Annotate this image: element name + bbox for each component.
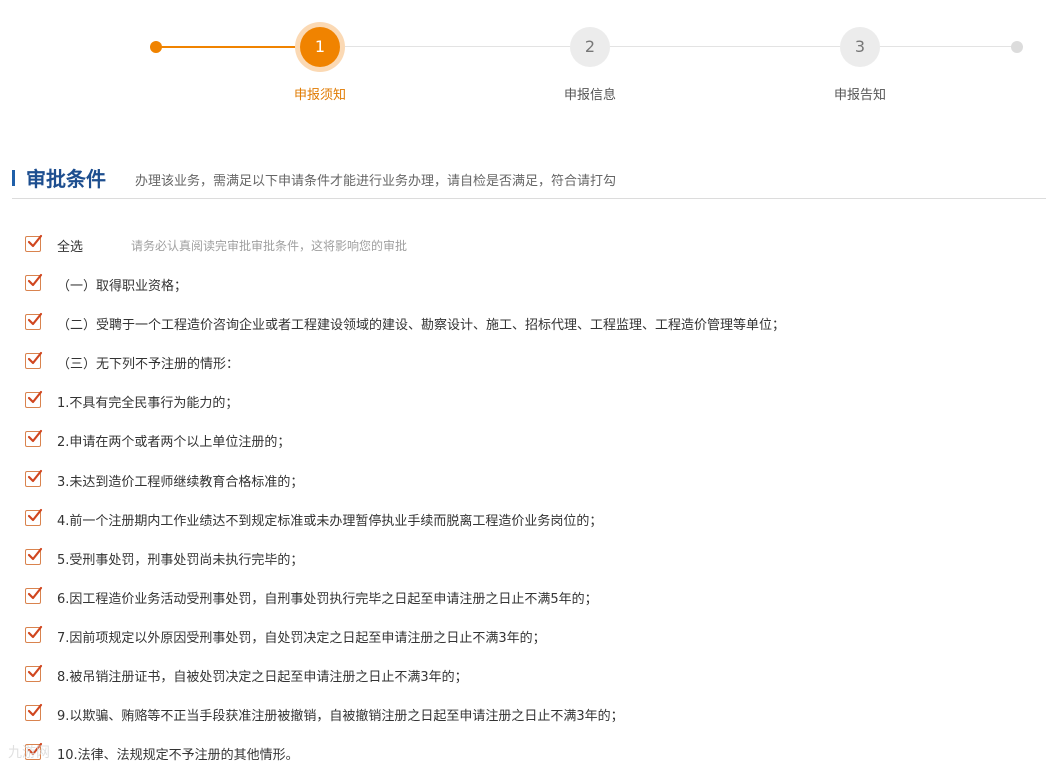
checkmark-icon: [27, 313, 43, 326]
condition-row[interactable]: （二）受聘于一个工程造价咨询企业或者工程建设领域的建设、勘察设计、施工、招标代理…: [24, 310, 1034, 349]
section-description: 办理该业务，需满足以下申请条件才能进行业务办理，请自检是否满足，符合请打勾: [135, 174, 617, 189]
checkmark-icon: [27, 234, 43, 248]
stepper-progress-track: [156, 46, 320, 48]
step-3-label[interactable]: 申报告知: [800, 84, 920, 103]
condition-checkbox[interactable]: [25, 469, 43, 487]
condition-text: 4.前一个注册期内工作业绩达不到规定标准或未办理暂停执业手续而脱离工程造价业务岗…: [57, 513, 603, 529]
condition-text: 1.不具有完全民事行为能力的；: [57, 396, 239, 412]
checkmark-icon: [27, 704, 43, 717]
stepper-start-dot: [150, 41, 162, 53]
checkmark-icon: [27, 664, 43, 678]
condition-checkbox[interactable]: [25, 352, 43, 370]
checkmark-icon: [27, 625, 43, 639]
step-3-circle[interactable]: 3: [840, 27, 880, 67]
step-2-label[interactable]: 申报信息: [530, 84, 650, 103]
condition-text: 3.未达到造价工程师继续教育合格标准的；: [57, 474, 304, 490]
condition-text: 9.以欺骗、贿赂等不正当手段获准注册被撤销，自被撤销注册之日起至申请注册之日止不…: [57, 709, 624, 725]
condition-checkbox[interactable]: [25, 664, 43, 683]
condition-row[interactable]: 10.法律、法规规定不予注册的其他情形。: [24, 740, 1034, 779]
checkmark-icon: [27, 391, 43, 404]
checkmark-icon: [27, 469, 43, 482]
condition-text: 6.因工程造价业务活动受刑事处罚，自刑事处罚执行完毕之日起至申请注册之日止不满5…: [57, 591, 598, 607]
select-all-checkbox[interactable]: [25, 234, 43, 252]
checkmark-icon: [27, 430, 43, 443]
condition-text: 2.申请在两个或者两个以上单位注册的；: [57, 435, 291, 451]
section-marker: [12, 170, 15, 186]
condition-row[interactable]: 5.受刑事处罚，刑事处罚尚未执行完毕的；: [24, 545, 1034, 584]
condition-row[interactable]: 2.申请在两个或者两个以上单位注册的；: [24, 427, 1034, 466]
condition-text: （一）取得职业资格；: [57, 279, 188, 295]
stepper-end-dot: [1011, 41, 1023, 53]
step-1-circle[interactable]: 1: [300, 27, 340, 67]
condition-row[interactable]: （三）无下列不予注册的情形：: [24, 349, 1034, 388]
step-2-circle[interactable]: 2: [570, 27, 610, 67]
conditions-list: 全选 请务必认真阅读完审批审批条件，这将影响您的审批 （一）取得职业资格； （二）…: [24, 232, 1034, 779]
condition-row[interactable]: （一）取得职业资格；: [24, 271, 1034, 310]
condition-text: （二）受聘于一个工程造价咨询企业或者工程建设领域的建设、勘察设计、施工、招标代理…: [57, 318, 786, 334]
condition-row[interactable]: 6.因工程造价业务活动受刑事处罚，自刑事处罚执行完毕之日起至申请注册之日止不满5…: [24, 584, 1034, 623]
step-1-label[interactable]: 申报须知: [260, 84, 380, 103]
condition-row[interactable]: 4.前一个注册期内工作业绩达不到规定标准或未办理暂停执业手续而脱离工程造价业务岗…: [24, 506, 1034, 545]
condition-text: 10.法律、法规规定不予注册的其他情形。: [57, 748, 299, 764]
condition-checkbox[interactable]: [25, 547, 43, 565]
checkmark-icon: [27, 586, 43, 599]
condition-row[interactable]: 9.以欺骗、贿赂等不正当手段获准注册被撤销，自被撤销注册之日起至申请注册之日止不…: [24, 701, 1034, 740]
condition-text: 7.因前项规定以外原因受刑事处罚，自处罚决定之日起至申请注册之日止不满3年的；: [57, 630, 546, 646]
checkmark-icon: [27, 273, 43, 287]
condition-checkbox[interactable]: [25, 704, 43, 722]
checkmark-icon: [27, 508, 43, 521]
condition-checkbox[interactable]: [25, 313, 43, 331]
condition-text: 8.被吊销注册证书，自被处罚决定之日起至申请注册之日止不满3年的；: [57, 670, 468, 686]
select-all-row[interactable]: 全选 请务必认真阅读完审批审批条件，这将影响您的审批: [24, 232, 1034, 271]
section-title: 审批条件: [26, 167, 106, 191]
condition-row[interactable]: 3.未达到造价工程师继续教育合格标准的；: [24, 467, 1034, 506]
progress-stepper: 1 申报须知 2 申报信息 3 申报告知: [0, 0, 1046, 110]
condition-checkbox[interactable]: [25, 430, 43, 448]
select-all-label: 全选: [57, 240, 84, 255]
condition-text: （三）无下列不予注册的情形：: [57, 357, 240, 373]
watermark-logo: 九游网: [8, 745, 50, 761]
condition-row[interactable]: 8.被吊销注册证书，自被处罚决定之日起至申请注册之日止不满3年的；: [24, 662, 1034, 701]
condition-checkbox[interactable]: [25, 625, 43, 643]
condition-row[interactable]: 1.不具有完全民事行为能力的；: [24, 388, 1034, 427]
condition-row[interactable]: 7.因前项规定以外原因受刑事处罚，自处罚决定之日起至申请注册之日止不满3年的；: [24, 623, 1034, 662]
section-header: 审批条件 办理该业务，需满足以下申请条件才能进行业务办理，请自检是否满足，符合请…: [12, 162, 1046, 199]
condition-checkbox[interactable]: [25, 508, 43, 526]
checkmark-icon: [27, 352, 43, 365]
condition-checkbox[interactable]: [25, 273, 43, 292]
select-all-hint: 请务必认真阅读完审批审批条件，这将影响您的审批: [131, 239, 408, 253]
condition-checkbox[interactable]: [25, 391, 43, 409]
condition-checkbox[interactable]: [25, 586, 43, 604]
checkmark-icon: [27, 547, 43, 560]
condition-text: 5.受刑事处罚，刑事处罚尚未执行完毕的；: [57, 552, 304, 568]
